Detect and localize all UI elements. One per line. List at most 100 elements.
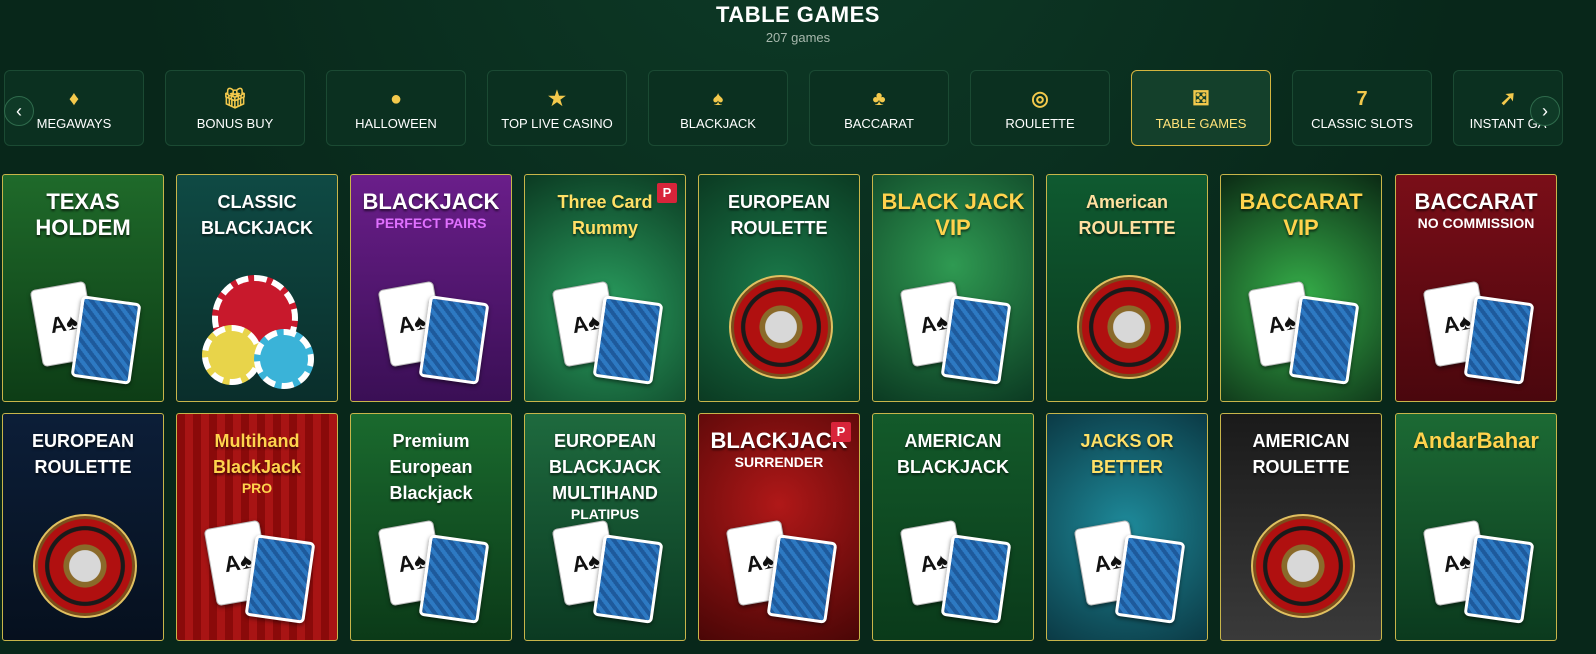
game-artwork: A♠ — [376, 265, 490, 385]
card-back — [766, 534, 838, 624]
card-back — [70, 295, 142, 385]
game-artwork — [724, 265, 834, 385]
cards-icon: ♣ — [872, 87, 886, 110]
game-artwork: A♠ — [550, 504, 664, 624]
diamond-icon: ♦ — [68, 87, 80, 110]
game-subtitle: SURRENDER — [734, 454, 824, 470]
game-tile-euro-bj-multi[interactable]: EUROPEAN BLACKJACK MULTIHAND PLATIPUS A♠ — [524, 413, 686, 641]
game-tile-andar[interactable]: AndarBahar A♠ — [1395, 413, 1557, 641]
chip — [202, 325, 262, 385]
page-header: TABLE GAMES 207 games — [0, 0, 1596, 45]
card-back — [418, 295, 490, 385]
game-title: EUROPEAN ROULETTE — [727, 192, 830, 238]
game-artwork: A♠ — [724, 504, 838, 624]
game-title: BACCARAT — [1414, 189, 1538, 214]
games-count: 207 games — [765, 30, 831, 45]
game-artwork: A♠ — [898, 265, 1012, 385]
category-label: ROULETTE — [1005, 115, 1075, 131]
category-label: MEGAWAYS — [36, 115, 112, 131]
game-tile-am-bj[interactable]: AMERICAN BLACKJACK A♠ — [872, 413, 1034, 641]
games-grid: TEXAS HOLDEM A♠ CLASSIC BLACKJACK BLACKJACK… — [2, 174, 1594, 654]
blackjack-21-icon: ♠ — [712, 87, 724, 110]
card-back — [1463, 534, 1535, 624]
seven-icon: 7 — [1356, 87, 1368, 110]
card-back — [592, 534, 664, 624]
game-artwork: A♠ — [202, 504, 316, 624]
game-title: AMERICAN BLACKJACK — [897, 431, 1009, 477]
category-roulette[interactable]: ◎ ROULETTE — [970, 70, 1110, 146]
game-tile-classic-bj[interactable]: CLASSIC BLACKJACK — [176, 174, 338, 402]
game-tile-perfect-pairs[interactable]: BLACKJACK PERFECT PAIRS A♠ — [350, 174, 512, 402]
game-artwork — [1072, 265, 1182, 385]
top-badge-icon: ★ — [548, 87, 566, 110]
card-back — [1114, 534, 1186, 624]
game-title: TEXAS HOLDEM — [35, 189, 131, 240]
game-tile-baccarat-nc[interactable]: BACCARAT NO COMMISSION A♠ — [1395, 174, 1557, 402]
card-back — [940, 534, 1012, 624]
category-label: CLASSIC SLOTS — [1311, 115, 1413, 131]
game-subtitle: PERFECT PAIRS — [375, 215, 487, 231]
roulette-wheel — [33, 514, 137, 618]
rocket-icon: ➚ — [1499, 87, 1517, 110]
category-bar: ♦ MEGAWAYS 🎁︎ BONUS BUY ● HALLOWEEN ★ TOP LIVE … — [0, 70, 1596, 148]
category-label: BONUS BUY — [196, 115, 274, 131]
category-label: BLACKJACK — [680, 115, 756, 131]
game-artwork — [28, 504, 138, 624]
game-title: AMERICAN ROULETTE — [1252, 431, 1350, 477]
category-label: HALLOWEEN — [355, 115, 437, 131]
card-back — [592, 295, 664, 385]
category-label: TABLE GAMES — [1155, 115, 1247, 131]
pumpkin-icon: ● — [389, 87, 403, 110]
category-top-live-casino[interactable]: ★ TOP LIVE CASINO — [487, 70, 627, 146]
category-halloween[interactable]: ● HALLOWEEN — [326, 70, 466, 146]
game-artwork: A♠ — [1421, 504, 1535, 624]
game-artwork: A♠ — [898, 504, 1012, 624]
game-tile-euro-roulette-2[interactable]: EUROPEAN ROULETTE — [2, 413, 164, 641]
category-bonus-buy[interactable]: 🎁︎ BONUS BUY — [165, 70, 305, 146]
category-blackjack[interactable]: ♠ BLACKJACK — [648, 70, 788, 146]
category-table-games[interactable]: ⚄ TABLE GAMES — [1131, 70, 1271, 146]
game-artwork: A♠ — [1072, 504, 1186, 624]
game-title: BLACK JACK VIP — [881, 189, 1025, 240]
game-artwork — [1246, 504, 1356, 624]
game-tile-am-roulette-2[interactable]: AMERICAN ROULETTE — [1220, 413, 1382, 641]
game-tile-jacks[interactable]: JACKS OR BETTER A♠ — [1046, 413, 1208, 641]
game-title: CLASSIC BLACKJACK — [201, 192, 313, 238]
page-title: TABLE GAMES — [716, 2, 880, 27]
roulette-wheel — [1077, 275, 1181, 379]
game-tile-texas[interactable]: TEXAS HOLDEM A♠ — [2, 174, 164, 402]
category-label: TOP LIVE CASINO — [501, 115, 613, 131]
category-label: BACCARAT — [844, 115, 914, 131]
game-artwork: A♠ — [1421, 265, 1535, 385]
game-artwork: A♠ — [376, 504, 490, 624]
category-baccarat[interactable]: ♣ BACCARAT — [809, 70, 949, 146]
gift-icon: 🎁︎ — [222, 87, 248, 110]
game-title: American ROULETTE — [1078, 192, 1176, 238]
game-tile-bj-vip[interactable]: BLACK JACK VIP A♠ — [872, 174, 1034, 402]
game-tile-rummy[interactable]: Three Card Rummy A♠ P — [524, 174, 686, 402]
dice-icon: ⚄ — [1192, 87, 1210, 110]
game-tile-euro-roulette-1[interactable]: EUROPEAN ROULETTE — [698, 174, 860, 402]
game-title: EUROPEAN ROULETTE — [31, 431, 134, 477]
roulette-icon: ◎ — [1031, 87, 1049, 110]
game-artwork: A♠ — [550, 265, 664, 385]
card-back — [418, 534, 490, 624]
game-tile-baccarat-vip[interactable]: BACCARAT VIP A♠ — [1220, 174, 1382, 402]
game-tile-premium-euro[interactable]: Premium European Blackjack A♠ — [350, 413, 512, 641]
game-artwork: A♠ — [1246, 265, 1360, 385]
card-back — [1463, 295, 1535, 385]
next-arrow-button[interactable]: › — [1530, 96, 1560, 126]
game-subtitle: NO COMMISSION — [1417, 215, 1535, 231]
prev-arrow-button[interactable]: ‹ — [4, 96, 34, 126]
game-title: JACKS OR BETTER — [1080, 431, 1174, 477]
category-classic-slots[interactable]: 7 CLASSIC SLOTS — [1292, 70, 1432, 146]
game-title: BLACKJACK — [362, 189, 500, 214]
game-title: BACCARAT VIP — [1239, 189, 1363, 240]
game-tile-multihand-pro[interactable]: Multihand BlackJack PRO A♠ — [176, 413, 338, 641]
roulette-wheel — [1251, 514, 1355, 618]
game-tile-am-roulette-1[interactable]: American ROULETTE — [1046, 174, 1208, 402]
game-tile-bj-surrender[interactable]: BLACKJACK SURRENDER A♠ P — [698, 413, 860, 641]
provider-badge: P — [657, 183, 677, 203]
game-artwork — [202, 265, 314, 389]
card-back — [940, 295, 1012, 385]
